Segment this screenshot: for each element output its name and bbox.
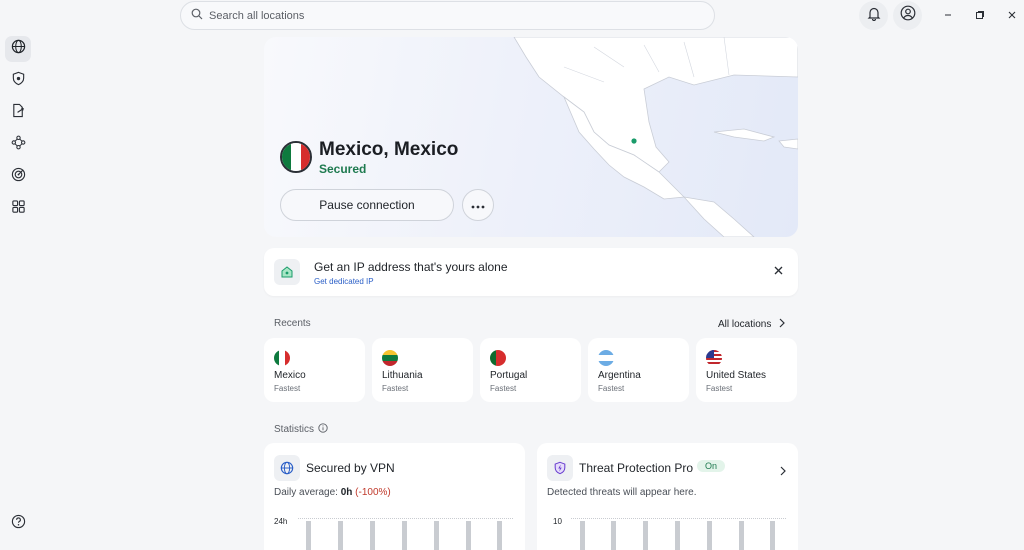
recent-item-united-states[interactable]: United States Fastest [696, 338, 797, 402]
vpn-gridline [298, 518, 513, 519]
portugal-flag-icon [490, 350, 506, 366]
dismiss-banner-button[interactable] [770, 263, 786, 279]
connection-status: Secured [319, 162, 367, 176]
recent-sub: Fastest [274, 384, 301, 393]
all-locations-label: All locations [718, 319, 772, 330]
threat-bar [770, 521, 775, 550]
pause-connection-button[interactable]: Pause connection [280, 189, 454, 221]
meshnet-icon [11, 135, 26, 155]
sidebar-item-help[interactable] [5, 511, 31, 537]
radar-icon [11, 167, 26, 187]
vpn-bar [370, 521, 375, 550]
more-options-button[interactable] [462, 189, 494, 221]
threat-protection-sub: Detected threats will appear here. [547, 487, 697, 498]
vpn-bar [434, 521, 439, 550]
united-states-flag-icon [706, 350, 722, 366]
sidebar-item-apps[interactable] [5, 196, 31, 222]
threat-bar [611, 521, 616, 550]
lithuania-flag-icon [382, 350, 398, 366]
dedicated-ip-banner: Get an IP address that's yours alone Get… [264, 248, 798, 296]
threat-bar [643, 521, 648, 550]
minimize-icon [943, 7, 953, 25]
sidebar-item-meshnet[interactable] [5, 132, 31, 158]
recent-item-mexico[interactable]: Mexico Fastest [264, 338, 365, 402]
recent-country: United States [706, 370, 767, 381]
close-icon [1007, 7, 1017, 25]
vpn-bar [338, 521, 343, 550]
recent-sub: Fastest [490, 384, 517, 393]
recent-item-portugal[interactable]: Portugal Fastest [480, 338, 581, 402]
threat-gridline [571, 518, 786, 519]
daily-average-label: Daily average: [274, 487, 338, 498]
vpn-bar [466, 521, 471, 550]
sidebar-item-locations[interactable] [5, 36, 31, 62]
mexico-flag-icon [274, 350, 290, 366]
recent-sub: Fastest [706, 384, 733, 393]
sidebar-item-file-sharing[interactable] [5, 100, 31, 126]
recent-country: Lithuania [382, 370, 423, 381]
vpn-stats-card: Secured by VPN Daily average: 0h (-100%)… [264, 443, 525, 550]
statistics-label: Statistics [274, 424, 315, 435]
recent-item-lithuania[interactable]: Lithuania Fastest [372, 338, 473, 402]
all-locations-link[interactable]: All locations [718, 318, 786, 331]
threat-bar [675, 521, 680, 550]
connection-card: Mexico, Mexico Secured Pause connection [264, 37, 798, 237]
get-dedicated-ip-link[interactable]: Get dedicated IP [314, 277, 374, 286]
threat-protection-icon [547, 455, 573, 481]
threat-bar [580, 521, 585, 550]
daily-average-change: (-100%) [355, 487, 391, 498]
search-bar[interactable] [180, 1, 715, 30]
threat-protection-card[interactable]: Threat Protection Pro On Detected threat… [537, 443, 798, 550]
more-icon [471, 196, 485, 214]
threat-bar [707, 521, 712, 550]
search-icon [191, 7, 203, 25]
user-icon [900, 5, 916, 26]
recent-sub: Fastest [382, 384, 409, 393]
restore-icon [975, 7, 985, 25]
vpn-bar [402, 521, 407, 550]
restore-button[interactable] [970, 6, 990, 26]
minimize-button[interactable] [938, 6, 958, 26]
recent-country: Mexico [274, 370, 306, 381]
grid-icon [11, 199, 26, 219]
recent-item-argentina[interactable]: Argentina Fastest [588, 338, 689, 402]
status-badge: On [697, 460, 726, 472]
bell-icon [867, 6, 881, 26]
threat-bar [739, 521, 744, 550]
sidebar-item-threat-protection[interactable] [5, 68, 31, 94]
daily-average: Daily average: 0h (-100%) [274, 487, 391, 498]
vpn-stats-title: Secured by VPN [306, 461, 395, 475]
statistics-heading: Statistics [274, 423, 328, 436]
sidebar-item-dark-web-monitor[interactable] [5, 164, 31, 190]
vpn-bar [497, 521, 502, 550]
recent-country: Portugal [490, 370, 528, 381]
close-icon [774, 262, 783, 280]
vpn-bar [306, 521, 311, 550]
notifications-button[interactable] [859, 1, 888, 30]
threat-axis-top-label: 10 [553, 517, 562, 526]
dedicated-ip-icon [274, 259, 300, 285]
recents-heading: Recents [274, 318, 311, 329]
info-icon[interactable] [318, 423, 328, 436]
threat-protection-title: Threat Protection Pro [579, 461, 694, 475]
chevron-right-icon [780, 463, 786, 481]
recent-country: Argentina [598, 370, 641, 381]
shield-icon [11, 71, 26, 91]
globe-icon [274, 455, 300, 481]
vpn-axis-top-label: 24h [274, 517, 288, 526]
banner-title: Get an IP address that's yours alone [314, 260, 508, 274]
argentina-flag-icon [598, 350, 614, 366]
close-window-button[interactable] [1002, 6, 1022, 26]
mexico-flag-icon [280, 141, 312, 173]
recent-sub: Fastest [598, 384, 625, 393]
location-pin [631, 138, 637, 144]
daily-average-value: 0h [340, 487, 353, 498]
file-share-icon [11, 103, 26, 123]
account-button[interactable] [893, 1, 922, 30]
help-icon [11, 514, 26, 534]
chevron-right-icon [779, 318, 786, 331]
connected-location: Mexico, Mexico [319, 139, 459, 160]
globe-icon [11, 39, 26, 59]
search-input[interactable] [209, 9, 714, 22]
